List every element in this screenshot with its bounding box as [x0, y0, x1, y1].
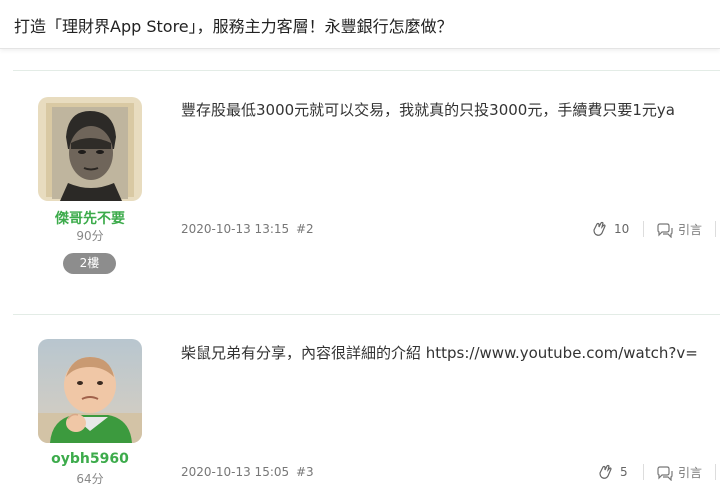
post-meta: 2020-10-13 15:05 #3: [181, 465, 314, 479]
floor-badge: 2樓: [63, 253, 116, 274]
clap-count: 5: [620, 465, 628, 479]
post-content: 豐存股最低3000元就可以交易，我就真的只投3000元，手續費只要1元ya: [181, 101, 675, 119]
clap-icon: [593, 221, 606, 236]
action-separator: [715, 464, 716, 480]
user-points: 64分: [76, 472, 104, 486]
clap-button[interactable]: 10: [591, 221, 629, 237]
action-separator: [715, 221, 716, 237]
post-divider: [13, 314, 720, 315]
action-separator: [643, 221, 644, 237]
article-title-bar: 打造「理財界App Store」，服務主力客層！永豐銀行怎麼做？: [0, 0, 720, 49]
post-divider: [13, 70, 720, 71]
article-title[interactable]: 打造「理財界App Store」，服務主力客層！永豐銀行怎麼做？: [14, 13, 453, 37]
avatar[interactable]: [38, 339, 142, 443]
clap-button[interactable]: 5: [597, 464, 628, 480]
username[interactable]: 傑哥先不要: [0, 208, 180, 228]
avatar[interactable]: [38, 97, 142, 201]
post-number-link[interactable]: #3: [296, 465, 314, 479]
baby-photo-icon: [38, 339, 142, 443]
clap-icon: [599, 464, 612, 479]
portrait-photo-icon: [38, 97, 142, 201]
quote-label: 引言: [678, 223, 703, 237]
action-separator: [643, 464, 644, 480]
post-datetime: 2020-10-13 15:05: [181, 465, 290, 479]
quote-button[interactable]: 引言: [656, 464, 702, 481]
quote-label: 引言: [678, 466, 703, 480]
quote-icon: [657, 222, 673, 238]
quote-icon: [657, 465, 673, 481]
post-content: 柴鼠兄弟有分享，內容很詳細的介紹 https://www.youtube.com…: [181, 344, 698, 362]
username[interactable]: oybh5960: [0, 451, 180, 467]
post-number-link[interactable]: #2: [296, 222, 314, 236]
post-datetime: 2020-10-13 13:15: [181, 222, 290, 236]
post-meta: 2020-10-13 13:15 #2: [181, 222, 314, 236]
quote-button[interactable]: 引言: [656, 221, 702, 238]
clap-count: 10: [614, 222, 630, 236]
user-points: 90分: [76, 229, 104, 243]
